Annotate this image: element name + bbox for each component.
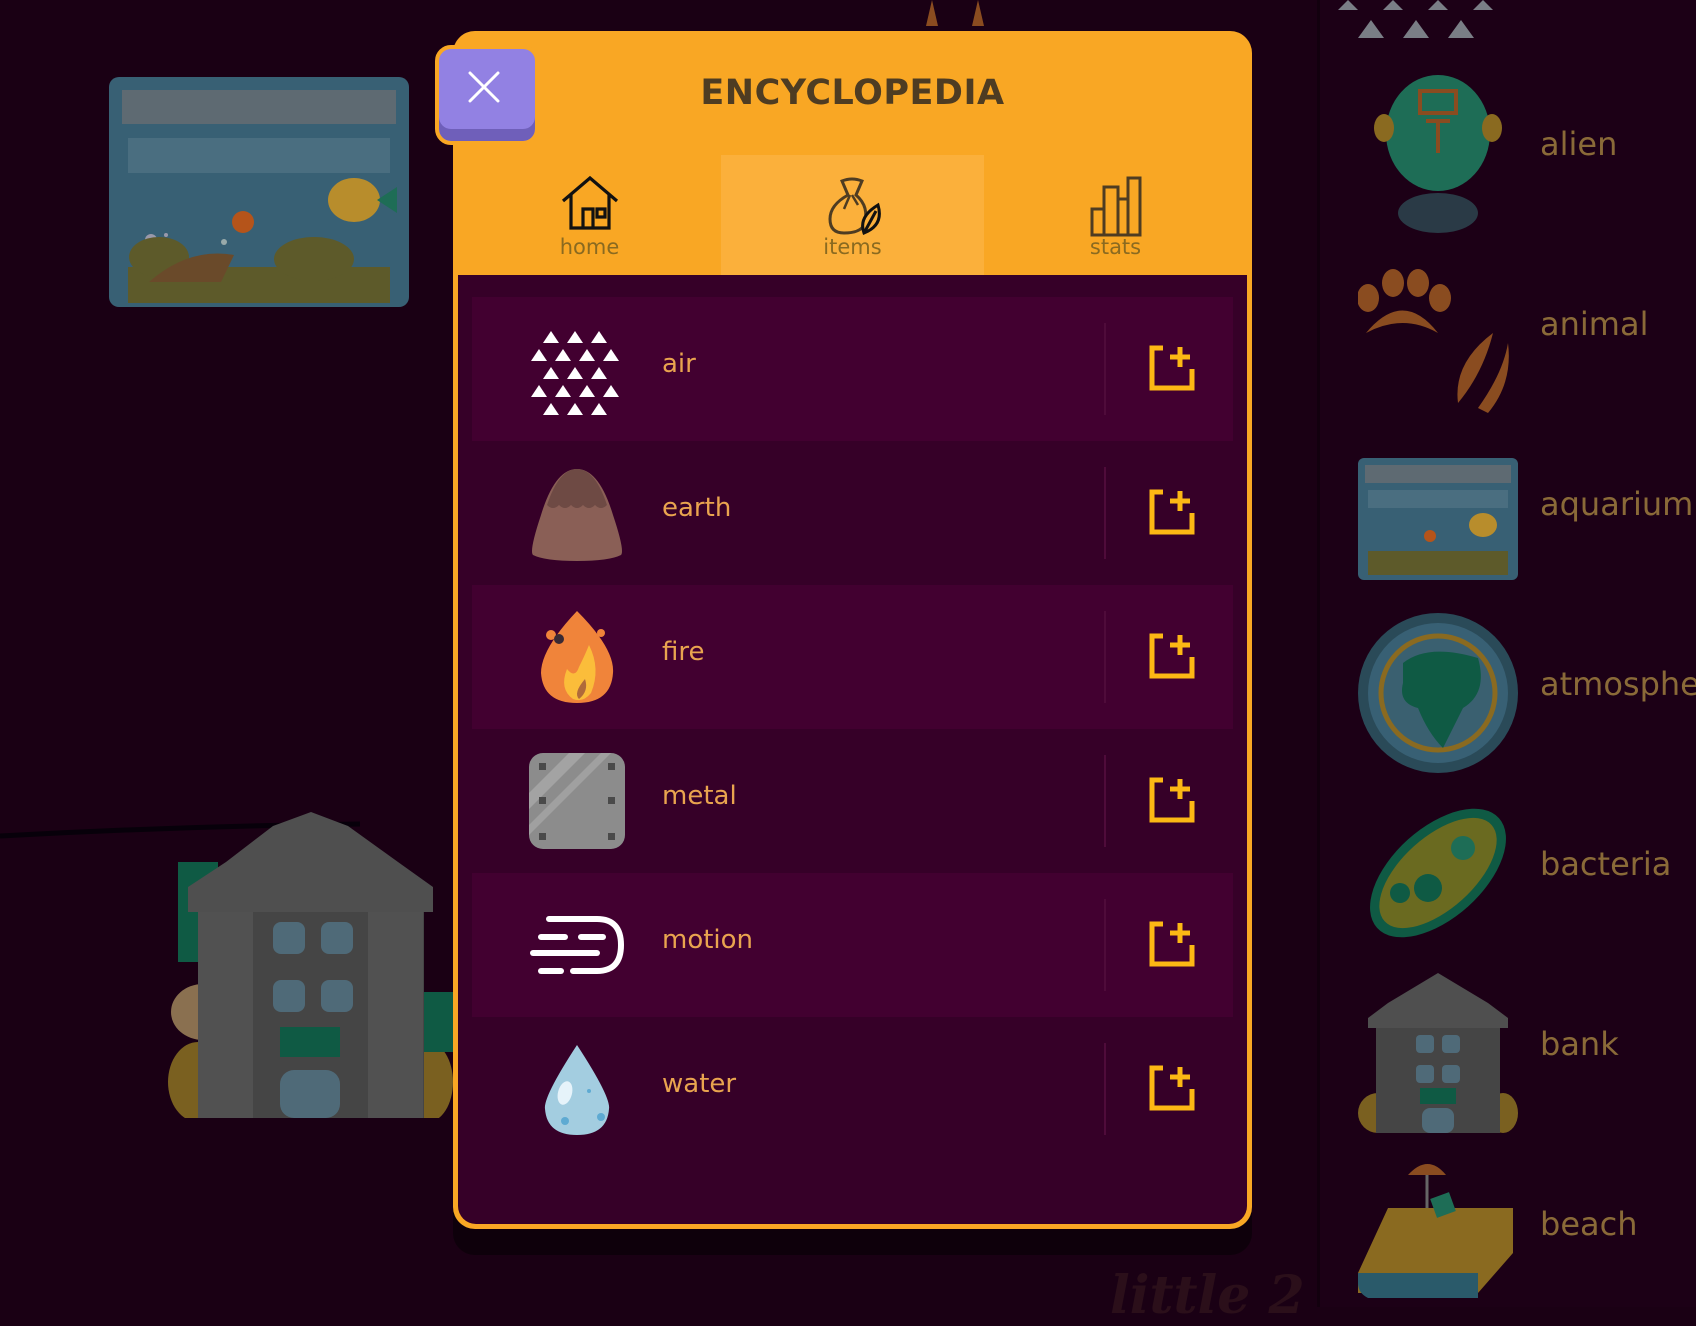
sidebar-item-label: beach — [1540, 1205, 1638, 1243]
beach-icon — [1358, 1164, 1513, 1298]
item-name: air — [662, 349, 696, 379]
sidebar-item-beach[interactable]: beach — [1340, 1145, 1696, 1315]
atmosphere-icon — [1358, 613, 1518, 773]
animal-icon — [1358, 269, 1509, 413]
sidebar-item-bank[interactable]: bank — [1340, 965, 1696, 1135]
item-name: earth — [662, 493, 732, 523]
row-divider — [1104, 467, 1106, 559]
add-to-canvas-icon[interactable] — [1147, 487, 1197, 537]
items-list-panel: air earth fire metal motion water — [458, 275, 1247, 1224]
tab-label: stats — [1089, 235, 1142, 259]
close-icon — [468, 71, 500, 103]
bacteria-icon — [1370, 808, 1506, 938]
canvas-item-aquarium[interactable] — [109, 77, 409, 307]
item-name: fire — [662, 637, 705, 667]
home-icon — [561, 175, 618, 230]
watermark-logo: little 2 — [1110, 1265, 1305, 1326]
air-icon — [531, 331, 619, 415]
sidebar-item-label: aquarium — [1540, 485, 1694, 523]
list-item[interactable]: metal — [472, 729, 1233, 873]
canvas-item-bank[interactable] — [168, 812, 454, 1118]
row-divider — [1104, 611, 1106, 703]
add-to-canvas-icon[interactable] — [1147, 343, 1197, 393]
row-divider — [1104, 1043, 1106, 1135]
tab-label: home — [559, 235, 620, 259]
motion-icon — [530, 916, 625, 974]
sidebar-item-bacteria[interactable]: bacteria — [1340, 785, 1696, 955]
add-to-canvas-icon[interactable] — [1147, 775, 1197, 825]
tab-home[interactable]: home — [458, 155, 721, 275]
bag-leaf-icon — [827, 177, 881, 235]
list-item[interactable]: fire — [472, 585, 1233, 729]
canvas-item-animal-partial[interactable] — [920, 0, 1000, 30]
list-item[interactable]: water — [472, 1017, 1233, 1161]
air-icon-partial — [1338, 0, 1493, 38]
bar-chart-icon — [1090, 176, 1141, 237]
list-item[interactable]: motion — [472, 873, 1233, 1017]
close-button[interactable] — [435, 45, 539, 145]
sidebar-item-animal[interactable]: animal — [1340, 245, 1696, 415]
sidebar-item-atmosphere[interactable]: atmosphere — [1340, 605, 1696, 775]
add-to-canvas-icon[interactable] — [1147, 919, 1197, 969]
modal-title: ENCYCLOPEDIA — [700, 73, 1005, 113]
fire-icon — [541, 611, 614, 703]
tab-items[interactable]: items — [721, 155, 984, 275]
metal-icon — [529, 753, 625, 849]
tab-label: items — [823, 235, 882, 259]
earth-icon — [532, 469, 622, 561]
sidebar-item-label: atmosphere — [1540, 665, 1696, 703]
sidebar-item-label: alien — [1540, 125, 1618, 163]
sidebar-item-alien[interactable]: alien — [1340, 65, 1696, 235]
sidebar-item-aquarium[interactable]: aquarium — [1340, 425, 1696, 595]
row-divider — [1104, 323, 1106, 415]
add-to-canvas-icon[interactable] — [1147, 1063, 1197, 1113]
aquarium-icon — [1358, 458, 1518, 580]
list-item[interactable]: earth — [472, 441, 1233, 585]
add-to-canvas-icon[interactable] — [1147, 631, 1197, 681]
tab-bar: home items stats — [458, 155, 1247, 275]
encyclopedia-modal: ENCYCLOPEDIA home items stats air earth … — [435, 31, 1252, 1229]
item-sidebar[interactable]: alien animal aquarium atmosphe bacteria … — [1317, 0, 1696, 1307]
sidebar-item-label: bank — [1540, 1025, 1619, 1063]
sidebar-item-label: animal — [1540, 305, 1649, 343]
row-divider — [1104, 899, 1106, 991]
item-name: water — [662, 1069, 737, 1099]
alien-icon — [1374, 75, 1502, 233]
water-icon — [544, 1045, 610, 1135]
sidebar-item-label: bacteria — [1540, 845, 1672, 883]
tab-stats[interactable]: stats — [984, 155, 1247, 275]
bank-icon — [1358, 973, 1518, 1133]
list-item[interactable]: air — [472, 297, 1233, 441]
item-name: motion — [662, 925, 754, 955]
items-list: air earth fire metal motion water — [472, 297, 1233, 1161]
item-name: metal — [662, 781, 737, 811]
row-divider — [1104, 755, 1106, 847]
